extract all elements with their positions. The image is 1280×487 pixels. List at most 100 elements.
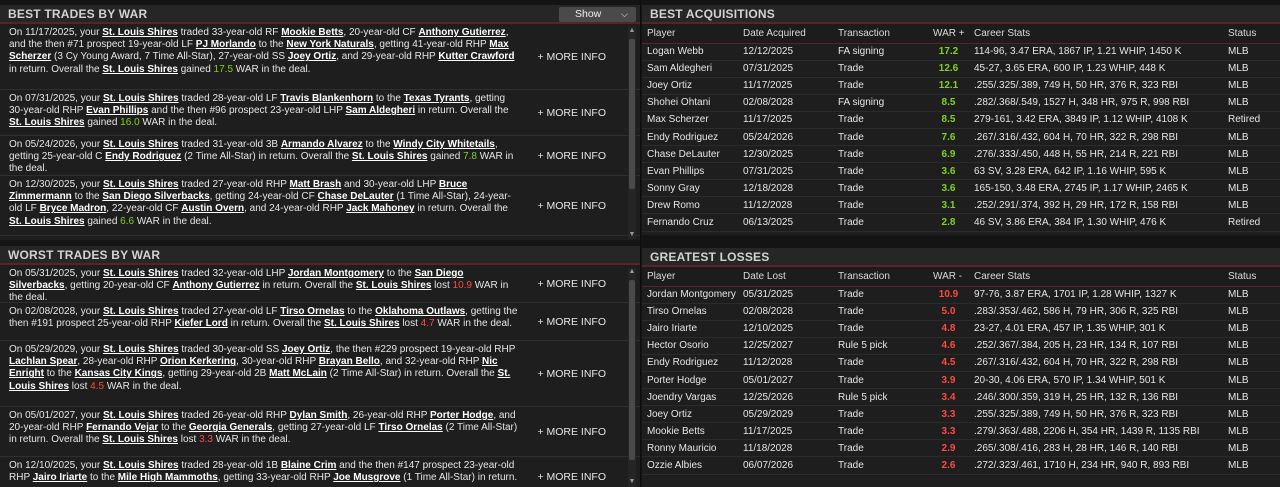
- entity-link[interactable]: Porter Hodge: [430, 410, 493, 421]
- entity-link[interactable]: Anthony Gutierrez: [172, 280, 259, 291]
- entity-link[interactable]: Jairo Iriarte: [33, 472, 87, 483]
- column-header[interactable]: Transaction: [833, 267, 928, 287]
- table-row[interactable]: Tirso Ornelas 02/08/2028 Trade 5.0.283/.353…: [642, 303, 1280, 321]
- player-cell[interactable]: Endy Rodriguez: [642, 354, 738, 372]
- player-cell[interactable]: Porter Hodge: [642, 371, 738, 390]
- entity-link[interactable]: Chase DeLauter: [317, 191, 393, 202]
- player-cell[interactable]: Ronny Mauricio: [642, 439, 738, 458]
- player-cell[interactable]: Endy Rodriguez: [642, 128, 738, 147]
- entity-link[interactable]: Oklahoma Outlaws: [375, 306, 465, 317]
- player-cell[interactable]: Ozzie Albies: [642, 456, 738, 475]
- player-cell[interactable]: Evan Phillips: [642, 162, 738, 181]
- scroll-down-icon[interactable]: ▼: [628, 231, 636, 239]
- more-info-button[interactable]: + MORE INFO: [537, 199, 606, 211]
- more-info-button[interactable]: + MORE INFO: [537, 425, 606, 437]
- entity-link[interactable]: Mookie Betts: [281, 27, 343, 38]
- column-header[interactable]: Player: [642, 267, 738, 287]
- entity-link[interactable]: St. Louis Shires: [102, 27, 178, 38]
- column-header[interactable]: Career Stats: [969, 267, 1223, 287]
- scroll-thumb[interactable]: [629, 280, 635, 460]
- entity-link[interactable]: Georgia Generals: [189, 422, 272, 433]
- scroll-thumb[interactable]: [629, 39, 635, 189]
- entity-link[interactable]: Bryce Madron: [40, 203, 107, 214]
- player-cell[interactable]: Shohei Ohtani: [642, 94, 738, 112]
- entity-link[interactable]: Kansas City Kings: [75, 368, 163, 379]
- column-header[interactable]: Career Stats: [969, 24, 1223, 44]
- player-cell[interactable]: Sam Aldegheri: [642, 60, 738, 78]
- table-row[interactable]: Shohei Ohtani 02/08/2028 FA signing 8.5.282…: [642, 94, 1280, 112]
- entity-link[interactable]: Joe Musgrove: [333, 472, 400, 483]
- entity-link[interactable]: St. Louis Shires: [103, 344, 179, 355]
- entity-link[interactable]: Tirso Ornelas: [280, 306, 344, 317]
- entity-link[interactable]: Jordan Montgomery: [288, 268, 384, 279]
- table-row[interactable]: Joey Ortiz 11/17/2025 Trade 12.1.255/.325/.…: [642, 77, 1280, 95]
- player-cell[interactable]: Drew Romo: [642, 196, 738, 215]
- column-header[interactable]: Status: [1223, 24, 1280, 44]
- more-info-button[interactable]: + MORE INFO: [537, 470, 606, 482]
- table-row[interactable]: Max Scherzer 11/17/2025 Trade 8.5 279-161, 3…: [642, 111, 1280, 129]
- entity-link[interactable]: Dylan Smith: [290, 410, 348, 421]
- player-cell[interactable]: Joendry Vargas: [642, 388, 738, 407]
- table-row[interactable]: Fernando Cruz 06/13/2025 Trade 2.8 46 SV, 3.…: [642, 213, 1280, 232]
- more-info-button[interactable]: + MORE INFO: [537, 149, 606, 161]
- entity-link[interactable]: Kutter Crawford: [438, 51, 514, 62]
- scroll-up-icon[interactable]: ▲: [628, 27, 636, 35]
- table-row[interactable]: Ozzie Albies 06/07/2026 Trade 2.6.272/.323/…: [642, 456, 1280, 475]
- entity-link[interactable]: Jack Mahoney: [346, 203, 414, 214]
- scroll-down-icon[interactable]: ▼: [628, 478, 636, 486]
- column-header[interactable]: Date Acquired: [738, 24, 833, 44]
- player-cell[interactable]: Mookie Betts: [642, 422, 738, 441]
- entity-link[interactable]: Blaine Crim: [281, 460, 337, 471]
- column-header[interactable]: Date Lost: [738, 267, 833, 287]
- table-row[interactable]: Endy Rodriguez 05/24/2026 Trade 7.6.267/.31…: [642, 128, 1280, 147]
- entity-link[interactable]: Matt McLain: [269, 368, 327, 379]
- entity-link[interactable]: Armando Alvarez: [281, 139, 363, 150]
- entity-link[interactable]: St. Louis Shires: [102, 434, 178, 445]
- entity-link[interactable]: St. Louis Shires: [356, 280, 432, 291]
- entity-link[interactable]: Joey Ortiz: [282, 344, 330, 355]
- entity-link[interactable]: Joey Ortiz: [288, 51, 336, 62]
- column-header[interactable]: Transaction: [833, 24, 928, 44]
- entity-link[interactable]: Sam Aldegheri: [346, 105, 416, 116]
- table-row[interactable]: Ronny Mauricio 11/18/2028 Trade 2.9.265/.30…: [642, 439, 1280, 458]
- entity-link[interactable]: PJ Morlando: [196, 39, 256, 50]
- player-cell[interactable]: Hector Osorio: [642, 337, 738, 355]
- entity-link[interactable]: St. Louis Shires: [103, 179, 179, 190]
- entity-link[interactable]: Brayan Bello: [319, 356, 380, 367]
- table-row[interactable]: Sonny Gray 12/18/2028 Trade 3.6 165-150, 3.4…: [642, 179, 1280, 198]
- table-row[interactable]: Drew Romo 11/12/2028 Trade 3.1.252/.291/.37…: [642, 196, 1280, 215]
- table-row[interactable]: Joey Ortiz 05/29/2029 Trade 3.3.255/.325/.3…: [642, 405, 1280, 424]
- more-info-button[interactable]: + MORE INFO: [537, 277, 606, 289]
- table-row[interactable]: Hector Osorio 12/25/2027 Rule 5 pick 4.6.25…: [642, 337, 1280, 355]
- table-row[interactable]: Logan Webb 12/12/2025 FA signing 17.2 114-96…: [642, 43, 1280, 61]
- column-header[interactable]: Player: [642, 24, 738, 44]
- entity-link[interactable]: St. Louis Shires: [103, 460, 179, 471]
- entity-link[interactable]: San Diego Silverbacks: [102, 191, 209, 202]
- entity-link[interactable]: Windy City Whitetails: [393, 139, 495, 150]
- column-header[interactable]: WAR +: [928, 24, 969, 44]
- player-cell[interactable]: Tirso Ornelas: [642, 303, 738, 321]
- entity-link[interactable]: Mile High Mammoths: [118, 472, 218, 483]
- entity-link[interactable]: St. Louis Shires: [324, 318, 400, 329]
- table-row[interactable]: Evan Phillips 07/31/2025 Trade 3.6 63 SV, 3.…: [642, 162, 1280, 181]
- entity-link[interactable]: St. Louis Shires: [103, 410, 179, 421]
- table-row[interactable]: Mookie Betts 11/17/2025 Trade 3.3.279/.363/…: [642, 422, 1280, 441]
- entity-link[interactable]: Lachlan Spear: [9, 356, 77, 367]
- player-cell[interactable]: Jairo Iriarte: [642, 320, 738, 338]
- column-header[interactable]: Status: [1223, 267, 1280, 287]
- entity-link[interactable]: Austin Overn: [181, 203, 244, 214]
- table-row[interactable]: Endy Rodriguez 11/12/2028 Trade 4.5.267/.31…: [642, 354, 1280, 372]
- player-cell[interactable]: Fernando Cruz: [642, 213, 738, 232]
- entity-link[interactable]: St. Louis Shires: [102, 64, 178, 75]
- worst-trades-scrollbar[interactable]: ▲ ▼: [628, 268, 636, 486]
- entity-link[interactable]: St. Louis Shires: [9, 216, 85, 227]
- entity-link[interactable]: Texas Tyrants: [404, 93, 470, 104]
- entity-link[interactable]: St. Louis Shires: [103, 139, 179, 150]
- entity-link[interactable]: Anthony Gutierrez: [418, 27, 505, 38]
- table-row[interactable]: Jordan Montgomery 05/31/2025 Trade 10.9 97-7…: [642, 286, 1280, 304]
- player-cell[interactable]: Chase DeLauter: [642, 145, 738, 164]
- entity-link[interactable]: St. Louis Shires: [352, 151, 428, 162]
- entity-link[interactable]: Orion Kerkering: [160, 356, 236, 367]
- entity-link[interactable]: Evan Phillips: [86, 105, 148, 116]
- player-cell[interactable]: Joey Ortiz: [642, 405, 738, 424]
